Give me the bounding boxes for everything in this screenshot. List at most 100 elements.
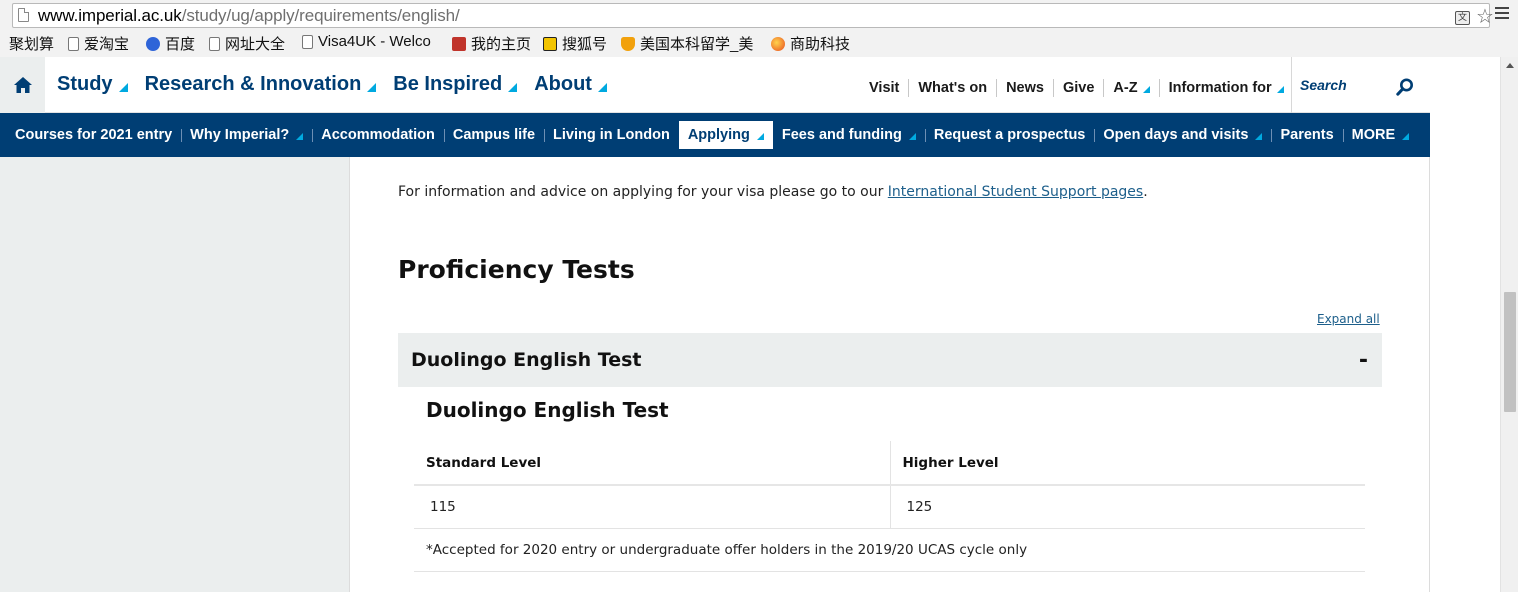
bookmark-label: 百度 — [165, 36, 196, 53]
section-sub-nav: Courses for 2021 entry Why Imperial? Acc… — [0, 113, 1430, 157]
table-note-row: *Accepted for 2020 entry or undergraduat… — [414, 528, 1365, 572]
util-nav-a-z[interactable]: A-Z — [1103, 79, 1158, 97]
sub-nav-parents[interactable]: Parents — [1271, 121, 1342, 149]
bookmark-item[interactable]: 搜狐号 — [543, 33, 607, 54]
sub-nav-why-imperial[interactable]: Why Imperial? — [181, 121, 312, 149]
dropdown-triangle-icon — [296, 133, 304, 140]
util-nav-label: Visit — [869, 80, 900, 96]
page-scrollbar[interactable] — [1500, 57, 1518, 592]
bookmark-label: Visa4UK - Welco — [318, 33, 431, 50]
main-nav-label: Research & Innovation — [144, 73, 362, 95]
collapse-toggle-icon[interactable]: - — [1359, 348, 1368, 373]
sohu-icon — [543, 36, 557, 51]
bookmark-item[interactable]: Visa4UK - Welco — [302, 33, 431, 50]
page-icon — [18, 8, 29, 22]
bookmark-item[interactable]: 美国本科留学_美 — [621, 33, 753, 54]
scrollbar-thumb[interactable] — [1504, 292, 1516, 412]
main-nav-research[interactable]: Research & Innovation — [145, 73, 377, 96]
bookmark-label: 聚划算 — [9, 36, 55, 53]
right-gutter — [1430, 57, 1500, 592]
url-host: www.imperial.ac.uk — [38, 6, 182, 25]
sub-nav-label: Applying — [687, 127, 750, 143]
util-nav-label: A-Z — [1113, 80, 1138, 96]
page-section-heading: Proficiency Tests — [398, 255, 635, 284]
sub-nav-more[interactable]: MORE — [1342, 121, 1419, 149]
bookmark-label: 商助科技 — [790, 36, 851, 53]
main-content: For information and advice on applying f… — [349, 157, 1430, 592]
bookmark-label: 爱淘宝 — [84, 36, 130, 53]
accordion-header[interactable]: Duolingo English Test - — [398, 333, 1382, 387]
visa-info-prefix: For information and advice on applying f… — [398, 184, 888, 200]
bookmark-item[interactable]: 爱淘宝 — [68, 33, 129, 54]
site-header: Study Research & Innovation Be Inspired … — [0, 57, 1430, 113]
sub-nav-applying[interactable]: Applying — [678, 121, 773, 149]
scroll-up-arrow-icon[interactable] — [1506, 63, 1514, 68]
sub-nav-living-in-london[interactable]: Living in London — [544, 121, 679, 149]
sub-nav-courses-2021[interactable]: Courses for 2021 entry — [6, 121, 181, 149]
sub-nav-request-prospectus[interactable]: Request a prospectus — [924, 121, 1095, 149]
sub-nav-fees-and-funding[interactable]: Fees and funding — [773, 121, 925, 149]
page-icon — [209, 36, 220, 51]
dropdown-triangle-icon — [1276, 86, 1284, 93]
dropdown-triangle-icon — [1255, 133, 1263, 140]
main-nav-label: Study — [57, 73, 113, 95]
sub-nav-campus-life[interactable]: Campus life — [443, 121, 544, 149]
dropdown-triangle-icon — [367, 82, 377, 92]
main-nav-study[interactable]: Study — [57, 73, 128, 96]
sub-nav-label: Campus life — [452, 127, 536, 143]
main-nav-be-inspired[interactable]: Be Inspired — [393, 73, 518, 96]
util-nav-give[interactable]: Give — [1052, 79, 1103, 97]
bookmark-item[interactable]: 百度 — [146, 33, 195, 54]
home-button[interactable] — [0, 57, 45, 113]
bookmark-item[interactable]: 网址大全 — [209, 33, 285, 54]
expand-all-link[interactable]: Expand all — [1317, 312, 1380, 326]
accordion-title: Duolingo English Test — [411, 349, 642, 371]
table-note: *Accepted for 2020 entry or undergraduat… — [414, 528, 1365, 572]
sub-nav-label: Living in London — [553, 127, 670, 143]
shield-icon — [452, 36, 466, 51]
sub-nav-label: MORE — [1351, 127, 1396, 143]
util-nav-news[interactable]: News — [996, 79, 1053, 97]
dropdown-triangle-icon — [1402, 133, 1410, 140]
bookmark-label: 我的主页 — [471, 36, 532, 53]
url-text[interactable]: www.imperial.ac.uk/study/ug/apply/requir… — [38, 6, 460, 26]
browser-chrome: www.imperial.ac.uk/study/ug/apply/requir… — [0, 0, 1518, 57]
proficiency-table: Standard Level Higher Level 115 125 *Acc… — [414, 441, 1365, 572]
page-icon — [68, 36, 79, 51]
hamburger-menu-icon[interactable] — [1495, 7, 1509, 21]
bookmark-item[interactable]: 聚划算 — [9, 33, 54, 54]
table-cell: 125 — [889, 485, 1365, 529]
sub-nav-label: Request a prospectus — [933, 127, 1086, 143]
util-nav-visit[interactable]: Visit — [860, 79, 908, 97]
bookmark-item[interactable]: 商助科技 — [771, 33, 850, 54]
util-nav-information-for[interactable]: Information for — [1158, 79, 1293, 97]
page-icon — [302, 34, 313, 49]
accordion-subtitle: Duolingo English Test — [426, 398, 669, 422]
search-input[interactable] — [1300, 75, 1390, 95]
sub-nav-label: Parents — [1280, 127, 1334, 143]
dropdown-triangle-icon — [508, 82, 518, 92]
search-icon[interactable] — [1396, 78, 1414, 96]
bookmark-star-icon[interactable]: ☆ — [1476, 5, 1494, 27]
sub-nav-accommodation[interactable]: Accommodation — [312, 121, 444, 149]
table-cell: 115 — [414, 485, 890, 529]
table-row: 115 125 — [414, 485, 1365, 529]
bookmarks-bar: 聚划算 爱淘宝 百度 网址大全 Visa4UK - Welco 我的主页 搜狐号… — [0, 31, 1518, 53]
util-nav-whats-on[interactable]: What's on — [908, 79, 996, 97]
address-bar[interactable]: www.imperial.ac.uk/study/ug/apply/requir… — [12, 3, 1494, 28]
main-nav-about[interactable]: About — [534, 73, 607, 96]
util-nav-label: Information for — [1168, 80, 1272, 96]
main-nav: Study Research & Innovation Be Inspired … — [57, 73, 624, 96]
bookmark-label: 网址大全 — [225, 36, 286, 53]
visa-info-text: For information and advice on applying f… — [398, 184, 1148, 200]
util-nav-label: What's on — [918, 80, 988, 96]
bookmark-item[interactable]: 我的主页 — [452, 33, 531, 54]
sub-nav-open-days[interactable]: Open days and visits — [1094, 121, 1271, 149]
dropdown-triangle-icon — [908, 133, 916, 140]
dropdown-triangle-icon — [597, 82, 607, 92]
dropdown-triangle-icon — [118, 82, 128, 92]
translate-icon[interactable]: 文 — [1455, 11, 1470, 25]
utility-nav: Visit What's on News Give A-Z Informatio… — [860, 79, 1293, 97]
international-support-link[interactable]: International Student Support pages — [888, 184, 1143, 200]
column-header: Higher Level — [889, 441, 1365, 486]
